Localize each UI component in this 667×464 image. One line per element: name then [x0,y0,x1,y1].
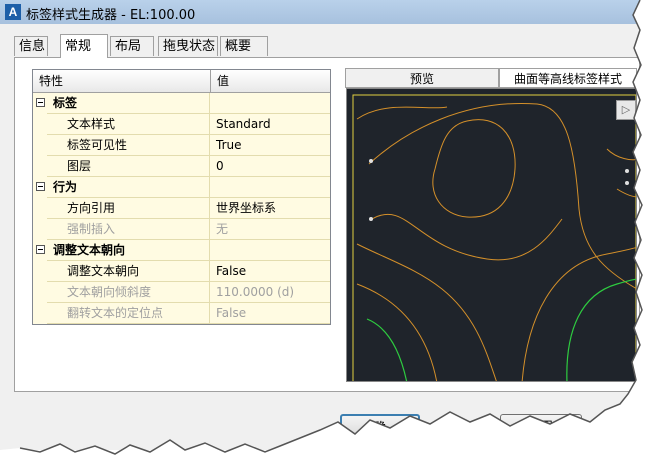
torn-paper-edge [0,0,667,464]
tab-general[interactable]: 常规 [60,34,108,58]
